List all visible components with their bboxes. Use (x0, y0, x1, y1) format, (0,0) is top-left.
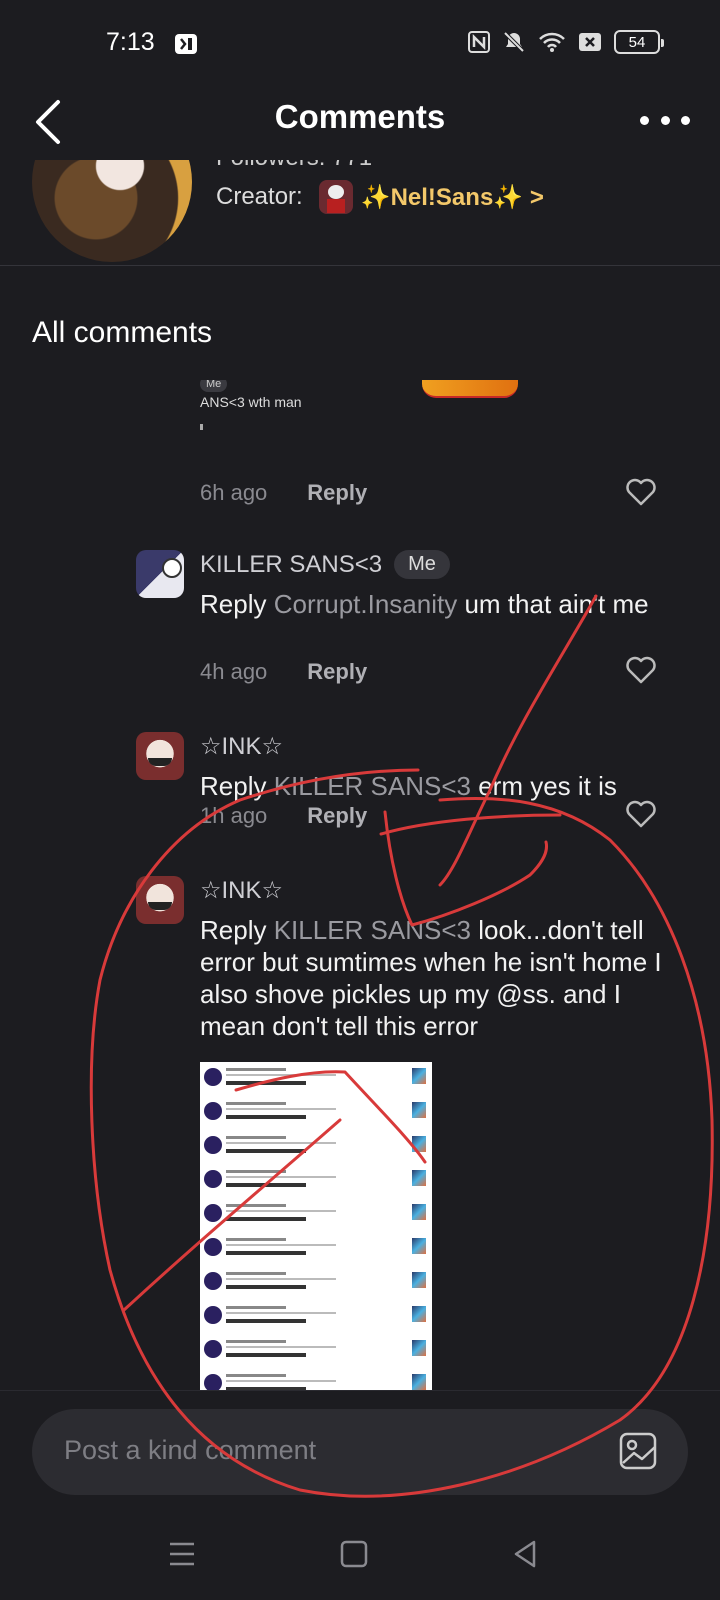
book-info: Followers: 771 Creator: ✨Nel!Sans✨ > (0, 160, 720, 266)
user-avatar[interactable] (136, 550, 184, 598)
comment-meta: 1h ago Reply (200, 803, 367, 829)
username-text: ☆INK☆ (200, 733, 284, 760)
comment-body: Reply KILLER SANS<3 look...don't tell er… (200, 914, 680, 1042)
comment-body: Reply KILLER SANS<3 erm yes it is (200, 770, 680, 802)
reply-prefix: Reply (200, 915, 274, 945)
image-row (202, 1166, 430, 1196)
comment-item: KILLER SANS<3 Me Reply Corrupt.Insanity … (136, 550, 696, 710)
more-options-button[interactable] (640, 108, 690, 132)
battery-icon: 54 (614, 30, 664, 54)
comment-username[interactable]: KILLER SANS<3 Me (200, 550, 450, 579)
preview-text: ANS<3 wth man (200, 394, 302, 410)
image-row (202, 1132, 430, 1162)
status-time: 7:13 (106, 28, 155, 56)
image-row (202, 1234, 430, 1264)
username-text: ☆INK☆ (200, 877, 284, 904)
input-placeholder: Post a kind comment (64, 1435, 317, 1465)
comment-time: 4h ago (200, 659, 268, 684)
nfc-icon (468, 31, 490, 53)
preview-mark (200, 424, 203, 430)
reply-button[interactable]: Reply (307, 803, 367, 829)
creator-avatar[interactable] (318, 180, 353, 214)
comment-attached-image[interactable] (200, 1062, 432, 1390)
reply-prefix: Reply (200, 589, 274, 619)
comment-body: Reply Corrupt.Insanity um that ain't me (200, 588, 680, 620)
user-avatar[interactable] (136, 876, 184, 924)
reply-prefix: Reply (200, 771, 274, 801)
like-heart-icon[interactable] (626, 478, 656, 506)
more-dot-icon (681, 115, 690, 125)
comment-time: 6h ago (200, 480, 268, 505)
comment-input[interactable]: Post a kind comment (32, 1409, 688, 1495)
emoji-sticker-image (422, 380, 518, 398)
comment-text: erm yes it is (470, 771, 617, 801)
followers-count: Followers: 771 (216, 160, 372, 172)
more-dot-icon (640, 115, 649, 125)
like-heart-icon[interactable] (626, 656, 656, 684)
home-nav-icon[interactable] (334, 1534, 374, 1574)
back-nav-icon[interactable] (506, 1534, 546, 1574)
status-bar: 7:13 54 (0, 0, 720, 90)
battery-level: 54 (628, 33, 646, 51)
creator-row[interactable]: Creator: ✨Nel!Sans✨ > (216, 180, 544, 214)
image-row (202, 1370, 430, 1390)
image-row (202, 1064, 430, 1094)
comment-meta: 4h ago Reply (200, 659, 367, 685)
reply-button[interactable]: Reply (307, 659, 367, 685)
comment-meta: 6h ago Reply (200, 480, 367, 506)
page-title: Comments (274, 98, 446, 135)
wifi-icon (538, 31, 566, 53)
header: Comments (0, 90, 720, 160)
book-cover-image[interactable] (32, 160, 192, 262)
image-row (202, 1200, 430, 1230)
creator-label: Creator: (216, 183, 303, 210)
comment-text: um that ain't me (457, 589, 649, 619)
reply-button[interactable]: Reply (307, 480, 367, 506)
comment-username[interactable]: ☆INK☆ (200, 876, 283, 905)
status-icons: 54 (468, 30, 664, 54)
mention-link[interactable]: KILLER SANS<3 (274, 915, 471, 945)
sim-off-icon (578, 31, 602, 53)
comment-item: ☆INK☆ Reply KILLER SANS<3 erm yes it is (136, 732, 696, 852)
user-avatar[interactable] (136, 732, 184, 780)
comments-list[interactable]: Me ANS<3 wth man 6h ago Reply KILLER SAN… (0, 380, 720, 1390)
mention-link[interactable]: Corrupt.Insanity (274, 589, 458, 619)
all-comments-heading: All comments (32, 316, 213, 349)
me-badge: Me (200, 380, 228, 392)
username-text: KILLER SANS<3 (200, 550, 383, 578)
like-heart-icon[interactable] (626, 800, 656, 828)
image-upload-icon[interactable] (618, 1431, 658, 1471)
cut-off-comment-preview: Me ANS<3 wth man (196, 380, 526, 440)
image-row (202, 1098, 430, 1128)
image-row (202, 1268, 430, 1298)
comment-username[interactable]: ☆INK☆ (200, 732, 283, 761)
comment-item: ☆INK☆ Reply KILLER SANS<3 look...don't t… (136, 876, 696, 1076)
comment-time: 1h ago (200, 803, 268, 828)
image-row (202, 1336, 430, 1366)
menu-nav-icon[interactable] (162, 1534, 202, 1574)
mention-link[interactable]: KILLER SANS<3 (274, 771, 471, 801)
mute-icon (502, 30, 526, 54)
me-badge: Me (394, 550, 450, 579)
app-notification-icon (174, 33, 198, 55)
image-row (202, 1302, 430, 1332)
comment-input-bar: Post a kind comment (0, 1390, 720, 1510)
system-nav-bar (0, 1510, 720, 1600)
creator-name-link[interactable]: ✨Nel!Sans✨ > (361, 183, 544, 212)
more-dot-icon (660, 115, 670, 125)
